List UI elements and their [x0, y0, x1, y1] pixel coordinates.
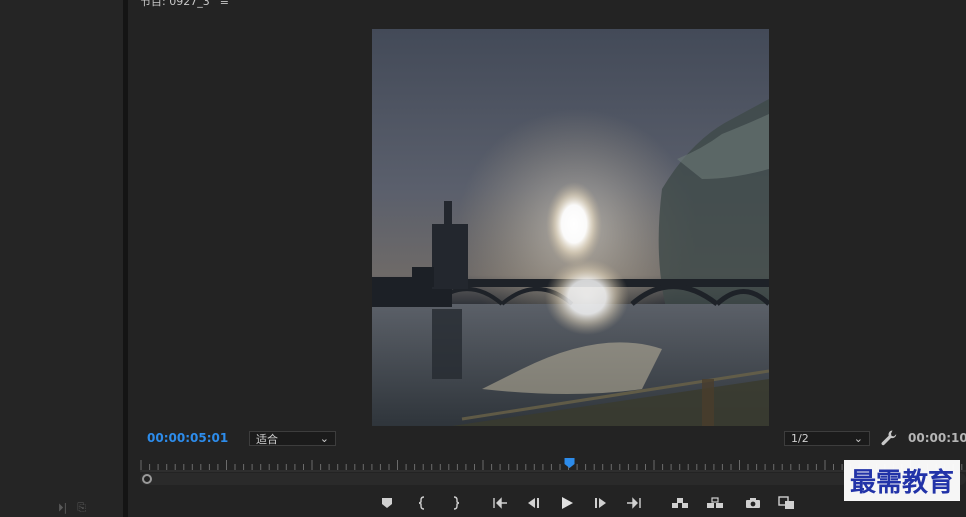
chevron-down-icon: ⌄	[853, 432, 863, 445]
overwrite-icon[interactable]: ⎘	[77, 501, 86, 515]
zoom-scrollbar[interactable]	[140, 473, 966, 485]
go-to-out-button[interactable]	[625, 494, 643, 512]
play-icon	[562, 497, 573, 509]
wrench-icon[interactable]	[880, 429, 898, 447]
chevron-down-icon: ⌄	[319, 432, 329, 445]
go-to-in-button[interactable]	[491, 494, 509, 512]
zoom-scroll-handle[interactable]	[142, 474, 152, 484]
insert-icon[interactable]: ⏵|	[58, 501, 67, 515]
watermark-logo: 最需教育	[843, 460, 960, 501]
step-forward-button[interactable]	[592, 494, 610, 512]
current-timecode[interactable]: 00:00:05:01	[147, 431, 228, 445]
step-back-icon	[528, 498, 539, 508]
panel-mini-icons: ⏵| ⎘	[58, 501, 86, 515]
go-to-in-icon	[493, 497, 507, 509]
export-frame-button[interactable]	[744, 494, 762, 512]
mark-out-button[interactable]	[446, 494, 464, 512]
comparison-view-button[interactable]	[778, 494, 796, 512]
duration-timecode: 00:00:10	[908, 431, 966, 445]
lift-icon	[672, 498, 688, 508]
program-monitor: 节目: 0927_3 ≡ 00:00:05:01 适合 ⌄ 1/2 ⌄ 00:0…	[128, 0, 966, 517]
zoom-level-value: 适合	[256, 432, 278, 446]
panel-title[interactable]: 节目: 0927_3	[140, 0, 210, 9]
add-marker-button[interactable]	[378, 494, 396, 512]
compare-icon	[778, 496, 794, 509]
play-button[interactable]	[558, 494, 576, 512]
extract-icon	[707, 497, 723, 508]
time-ruler-ticks	[140, 458, 966, 472]
panel-title-bar: 节目: 0927_3 ≡	[140, 0, 229, 8]
mark-out-icon	[453, 496, 459, 510]
time-ruler[interactable]	[140, 456, 966, 472]
playback-resolution-select[interactable]: 1/2 ⌄	[784, 431, 870, 446]
playhead[interactable]	[564, 458, 575, 468]
go-to-out-icon	[627, 497, 641, 509]
video-viewer[interactable]	[372, 29, 769, 426]
mark-in-icon	[419, 496, 425, 510]
hamburger-icon[interactable]: ≡	[220, 0, 229, 8]
zoom-level-select[interactable]: 适合 ⌄	[249, 431, 336, 446]
video-frame	[372, 99, 769, 426]
step-forward-icon	[595, 498, 606, 508]
extract-button[interactable]	[706, 494, 724, 512]
mark-in-button[interactable]	[414, 494, 432, 512]
project-panel: ⏵| ⎘	[0, 0, 123, 517]
lift-button[interactable]	[671, 494, 689, 512]
playback-resolution-value: 1/2	[791, 432, 809, 445]
marker-icon	[382, 498, 392, 508]
step-back-button[interactable]	[524, 494, 542, 512]
camera-icon	[746, 498, 760, 508]
